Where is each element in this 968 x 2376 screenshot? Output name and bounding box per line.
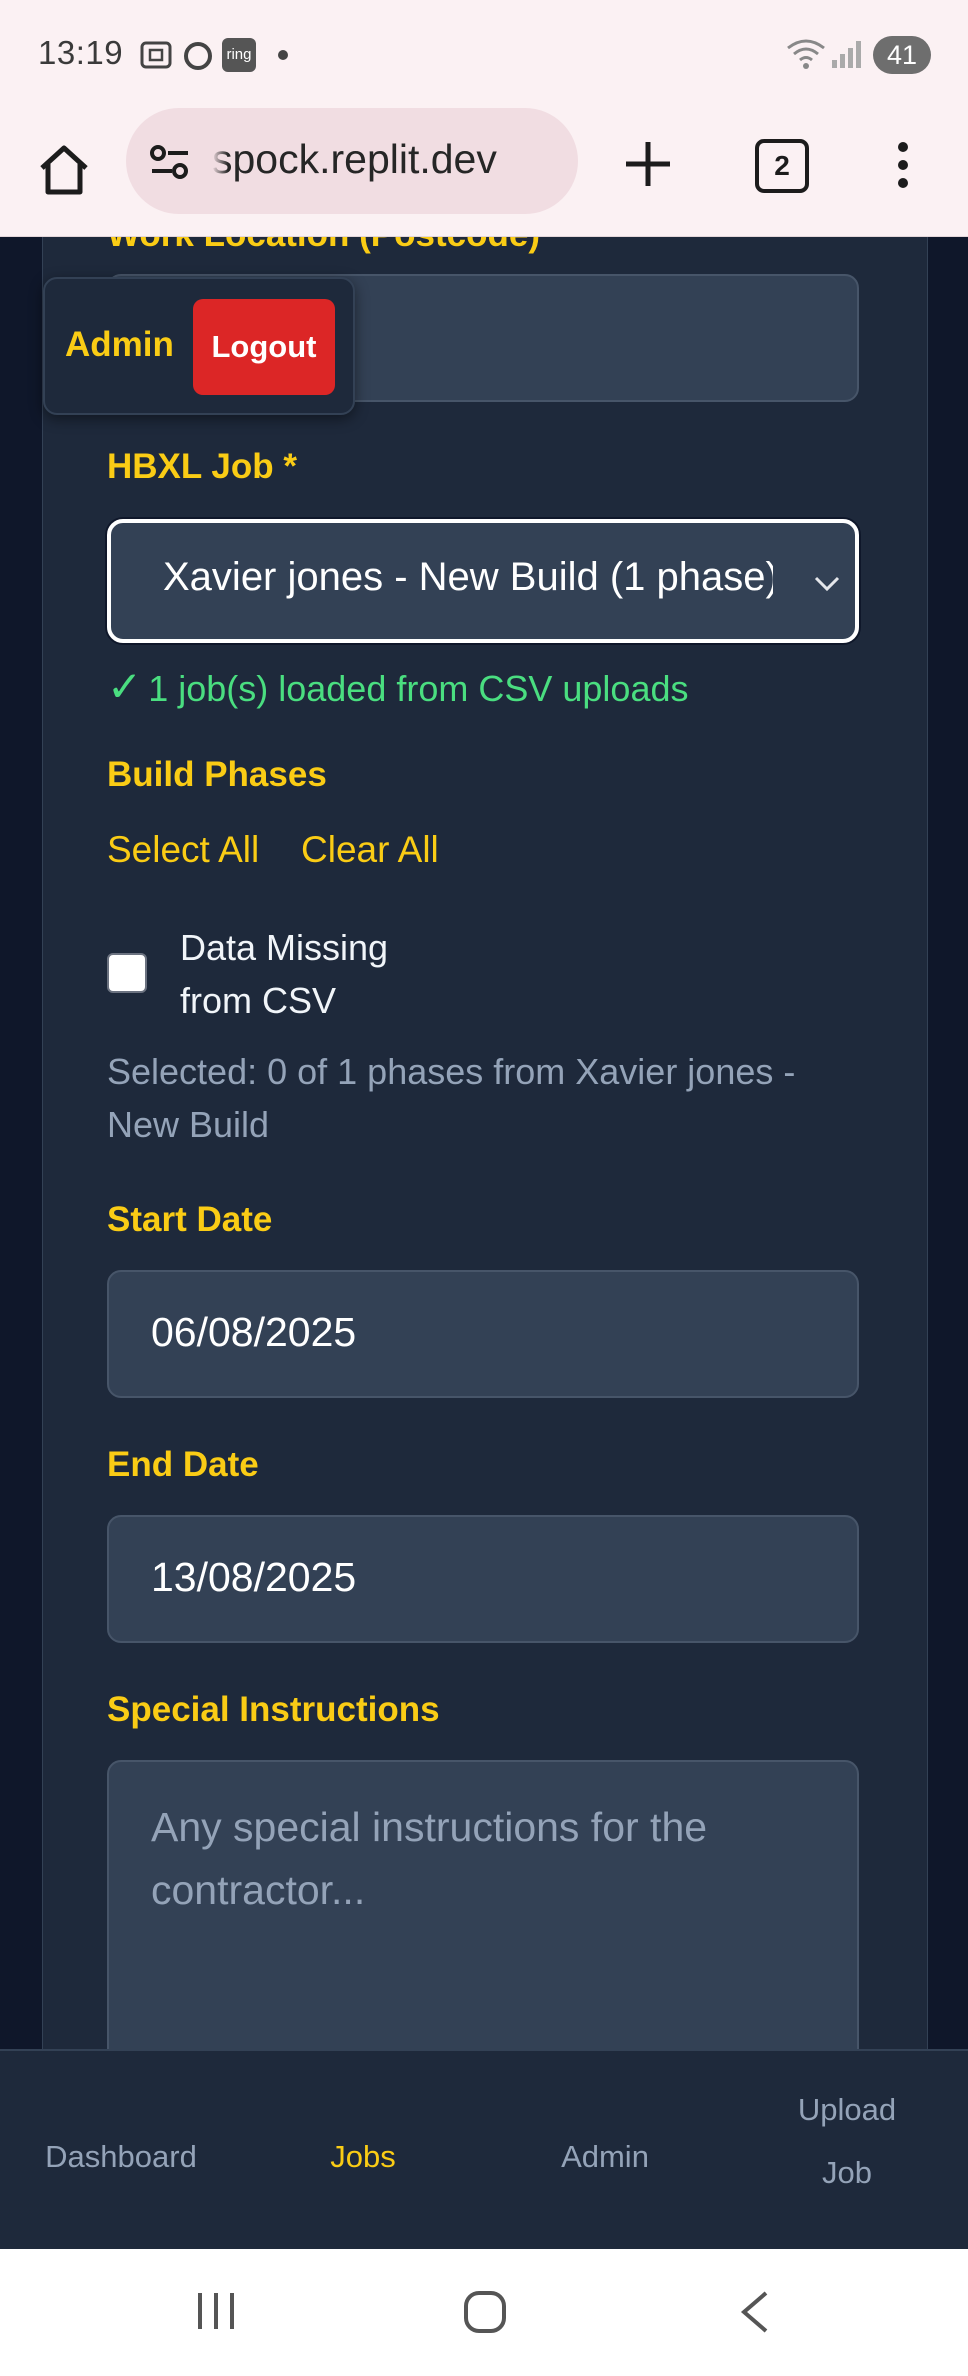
start-date-value: 06/08/2025 (151, 1309, 357, 1355)
ring-app-icon: ring (222, 38, 256, 72)
checkmark-icon: ✓ (107, 663, 143, 710)
select-all-button[interactable]: Select All (107, 829, 259, 871)
home-circle-icon[interactable] (462, 2289, 508, 2335)
jobs-loaded-text: 1 job(s) loaded from CSV uploads (148, 668, 689, 709)
page-content: Work Location (Postcode) HBXL Job * Xavi… (0, 237, 968, 2049)
nav-jobs[interactable]: Jobs (242, 2139, 484, 2175)
phases-selected-summary: Selected: 0 of 1 phases from Xavier jone… (107, 1051, 796, 1145)
end-date-label: End Date (107, 1445, 259, 1484)
phase-checkbox[interactable] (107, 953, 147, 993)
phase-checkbox-label[interactable]: Data Missing from CSV (180, 921, 430, 1027)
start-date-label: Start Date (107, 1200, 273, 1239)
url-text: spock.replit.dev (212, 136, 497, 182)
browser-toolbar: spock.replit.dev 2 (0, 108, 968, 237)
clock: 13:19 (38, 34, 124, 71)
end-date-input[interactable]: 13/08/2025 (107, 1515, 859, 1643)
special-instructions-placeholder: Any special instructions for the contrac… (151, 1804, 708, 1913)
dot-icon (278, 50, 288, 60)
nav-admin[interactable]: Admin (484, 2139, 726, 2175)
hbxl-job-label: HBXL Job * (107, 447, 297, 486)
hbxl-job-selected-value: Xavier jones - New Build (1 phase) (163, 555, 773, 599)
signal-icon (832, 41, 861, 68)
recent-apps-icon[interactable] (194, 2289, 238, 2333)
url-fade (212, 108, 228, 214)
back-icon[interactable] (738, 2289, 772, 2335)
tab-switcher-button[interactable]: 2 (755, 139, 809, 193)
logout-button[interactable]: Logout (193, 299, 335, 395)
site-settings-icon[interactable] (148, 144, 192, 180)
status-bar: 13:19 ring 41 (0, 0, 968, 108)
circle-app-icon (184, 42, 212, 70)
nav-upload-job[interactable]: Upload Job (726, 2078, 968, 2204)
jobs-loaded-status: ✓ 1 job(s) loaded from CSV uploads (107, 662, 688, 711)
nav-upload-job-label: Upload Job (797, 2092, 897, 2190)
hbxl-job-select[interactable]: Xavier jones - New Build (1 phase) (107, 519, 859, 643)
admin-role-label: Admin (65, 325, 174, 364)
more-options-icon[interactable] (888, 142, 918, 196)
end-date-value: 13/08/2025 (151, 1554, 357, 1600)
special-instructions-textarea[interactable]: Any special instructions for the contrac… (107, 1760, 859, 2049)
new-tab-icon[interactable] (618, 134, 678, 194)
nav-dashboard[interactable]: Dashboard (0, 2139, 242, 2175)
clear-all-button[interactable]: Clear All (301, 829, 439, 871)
admin-session-box: Admin Logout (43, 277, 355, 415)
home-icon[interactable] (32, 138, 96, 202)
special-instructions-label: Special Instructions (107, 1690, 440, 1729)
address-bar[interactable]: spock.replit.dev (126, 108, 578, 214)
chevron-down-icon (814, 576, 840, 592)
build-phases-label: Build Phases (107, 755, 327, 794)
battery-indicator: 41 (873, 36, 931, 74)
wifi-icon (787, 39, 825, 69)
work-location-label: Work Location (Postcode) (107, 237, 540, 255)
system-navigation-bar (0, 2249, 968, 2376)
start-date-input[interactable]: 06/08/2025 (107, 1270, 859, 1398)
screenshot-icon (140, 41, 172, 69)
bottom-nav: Dashboard Jobs Admin Upload Job (0, 2049, 968, 2251)
